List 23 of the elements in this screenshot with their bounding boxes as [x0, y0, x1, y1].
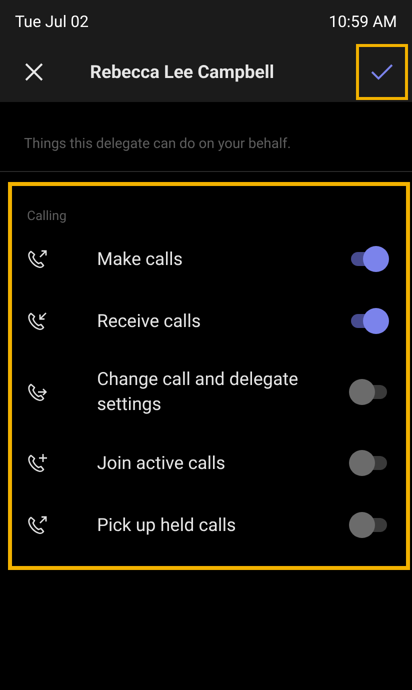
phone-icon	[27, 381, 49, 403]
section-title: Calling	[27, 208, 68, 226]
permission-label: Receive calls	[97, 310, 202, 334]
toggle-switch[interactable]	[349, 512, 389, 538]
close-icon[interactable]	[24, 62, 44, 82]
description-text: Things this delegate can do on your behalf.	[24, 135, 291, 154]
toggle-switch[interactable]	[349, 379, 389, 405]
checkmark-icon	[371, 64, 393, 80]
phone-icon	[27, 310, 49, 332]
toggle-switch[interactable]	[349, 246, 389, 272]
toggle-switch[interactable]	[349, 308, 389, 334]
phone-icon	[27, 514, 49, 536]
header-title: Rebecca Lee Campbell	[90, 60, 276, 84]
permission-label: Pick up held calls	[97, 514, 237, 538]
permission-label: Join active calls	[97, 452, 226, 476]
status-time: 10:59 AM	[328, 11, 397, 33]
phone-icon	[27, 452, 49, 474]
confirm-button[interactable]	[356, 44, 408, 100]
permission-label: Change call and delegate settings	[97, 368, 300, 417]
permission-label: Make calls	[97, 248, 184, 272]
phone-icon	[27, 248, 49, 270]
toggle-switch[interactable]	[349, 450, 389, 476]
status-date: Tue Jul 02	[15, 11, 89, 33]
